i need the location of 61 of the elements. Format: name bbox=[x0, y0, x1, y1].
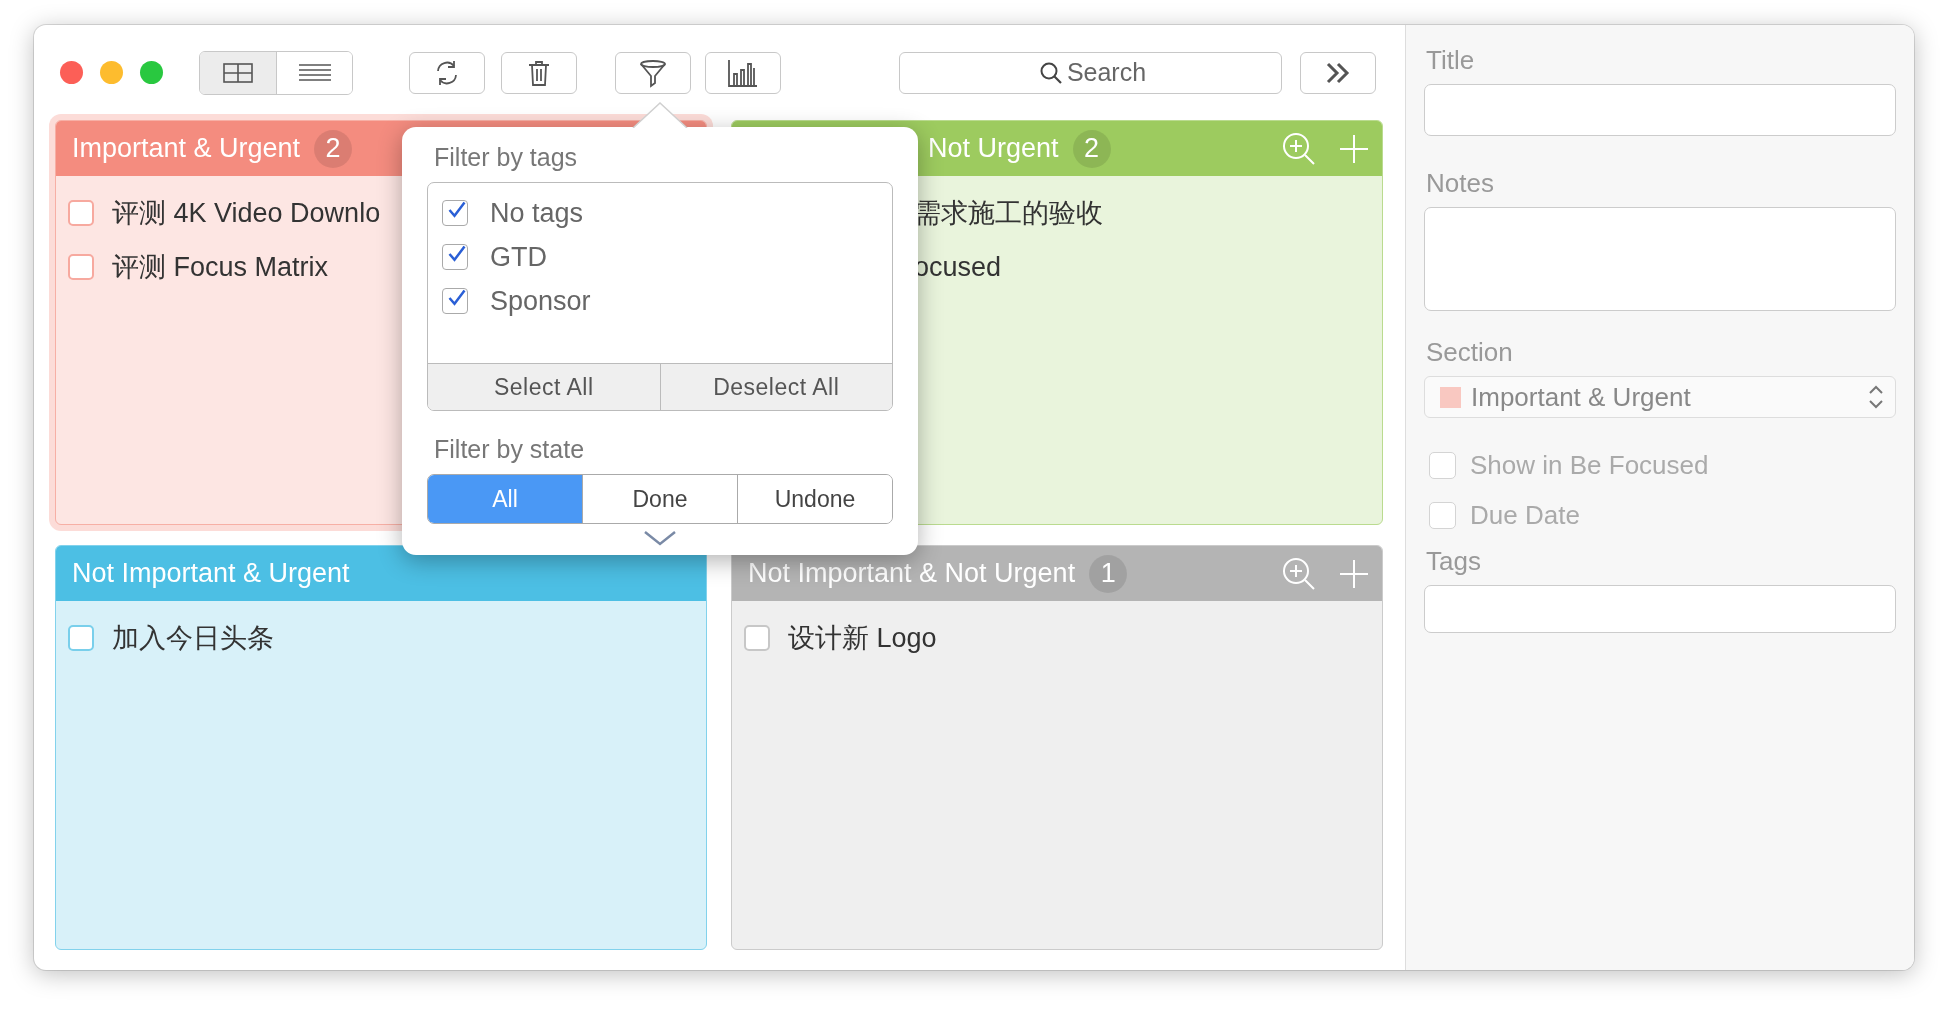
deselect-all-button[interactable]: Deselect All bbox=[659, 364, 892, 410]
add-icon[interactable] bbox=[1338, 557, 1370, 590]
funnel-icon bbox=[638, 57, 668, 88]
stepper-icon bbox=[1867, 383, 1885, 411]
count-badge: 2 bbox=[1072, 129, 1111, 168]
tag-label: GTD bbox=[490, 241, 547, 273]
double-chevron-icon bbox=[1325, 61, 1351, 84]
chart-button[interactable] bbox=[705, 51, 781, 94]
tags-field[interactable] bbox=[1424, 585, 1896, 633]
zoom-button[interactable] bbox=[140, 61, 163, 84]
option-checkbox[interactable] bbox=[1429, 451, 1456, 479]
count-badge: 1 bbox=[1089, 554, 1128, 593]
task-checkbox[interactable] bbox=[68, 625, 94, 651]
option-label: Show in Be Focused bbox=[1470, 449, 1709, 481]
minimize-button[interactable] bbox=[100, 61, 123, 84]
task-checkbox[interactable] bbox=[744, 625, 770, 651]
task-checkbox[interactable] bbox=[68, 254, 94, 280]
bar-chart-icon bbox=[727, 57, 759, 88]
grid-view-button[interactable] bbox=[200, 51, 276, 94]
section-heading: Filter by tags bbox=[433, 142, 579, 173]
tag-label: Sponsor bbox=[490, 285, 591, 317]
refresh-button[interactable] bbox=[409, 51, 485, 94]
zoom-in-icon[interactable] bbox=[1282, 131, 1316, 166]
tag-checkbox[interactable] bbox=[442, 244, 468, 270]
list-view-button[interactable] bbox=[276, 51, 352, 94]
tag-label: No tags bbox=[490, 197, 584, 229]
list-icon bbox=[298, 62, 331, 83]
quadrant-title: Not Important & Urgent bbox=[72, 558, 350, 589]
trash-button[interactable] bbox=[501, 51, 577, 94]
option-label: Due Date bbox=[1470, 499, 1580, 531]
notes-field[interactable] bbox=[1424, 207, 1896, 311]
more-button[interactable] bbox=[1300, 51, 1376, 94]
quadrant-title: Not Urgent bbox=[928, 133, 1059, 164]
count-badge: 2 bbox=[314, 129, 353, 168]
select-all-button[interactable]: Select All bbox=[428, 364, 660, 410]
task-title[interactable]: 设计新 Logo bbox=[788, 620, 937, 656]
tag-checkbox[interactable] bbox=[442, 200, 468, 226]
add-icon[interactable] bbox=[1338, 132, 1370, 165]
quadrant-title: Not Important & Not Urgent bbox=[748, 558, 1076, 589]
zoom-in-icon[interactable] bbox=[1282, 556, 1316, 591]
chevron-down-icon[interactable] bbox=[643, 530, 677, 546]
task-title[interactable]: 加入今日头条 bbox=[112, 620, 274, 656]
field-label: Notes bbox=[1425, 168, 1495, 200]
grid-icon bbox=[223, 62, 253, 83]
field-label: Section bbox=[1425, 337, 1514, 369]
title-field[interactable] bbox=[1424, 84, 1896, 136]
task-title[interactable]: 评测 4K Video Downlo bbox=[112, 195, 381, 231]
task-title[interactable]: 评测 Focus Matrix bbox=[112, 249, 329, 285]
tag-checkbox[interactable] bbox=[442, 288, 468, 314]
task-checkbox[interactable] bbox=[68, 200, 94, 226]
search-icon bbox=[1039, 60, 1063, 85]
option-checkbox[interactable] bbox=[1429, 501, 1456, 529]
filter-button[interactable] bbox=[615, 51, 691, 94]
trash-icon bbox=[527, 58, 551, 87]
field-label: Title bbox=[1425, 45, 1476, 77]
quadrant-title: Important & Urgent bbox=[72, 133, 301, 164]
search-field[interactable]: Search bbox=[899, 51, 1282, 94]
state-segment[interactable]: Undone bbox=[737, 475, 892, 523]
field-label: Tags bbox=[1425, 546, 1482, 578]
close-button[interactable] bbox=[60, 61, 83, 84]
section-heading: Filter by state bbox=[433, 434, 586, 465]
